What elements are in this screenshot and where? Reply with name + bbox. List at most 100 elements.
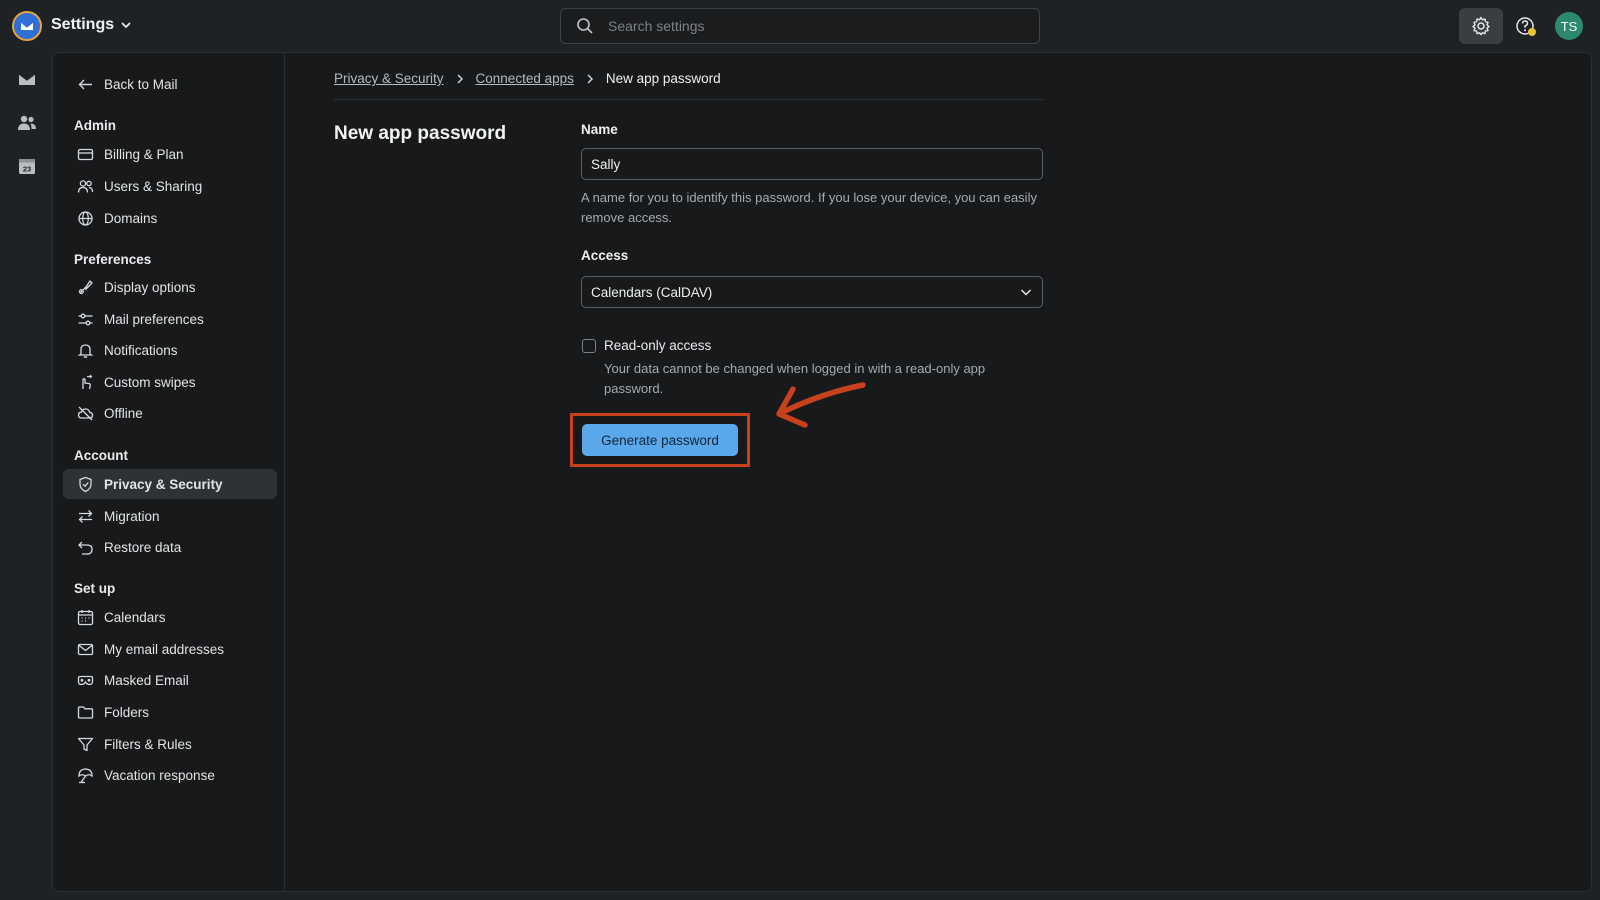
sidebar-item-label: Custom swipes bbox=[104, 374, 196, 390]
breadcrumb-current: New app password bbox=[605, 71, 721, 86]
users-icon bbox=[77, 179, 94, 193]
sidebar-item-email-addresses[interactable]: My email addresses bbox=[63, 634, 277, 664]
generate-password-button[interactable]: Generate password bbox=[582, 424, 738, 456]
search-icon bbox=[577, 18, 593, 34]
sidebar-item-privacy-security[interactable]: Privacy & Security bbox=[63, 469, 277, 499]
sidebar-item-notifications[interactable]: Notifications bbox=[63, 335, 277, 365]
rail-contacts[interactable] bbox=[16, 112, 38, 134]
access-label: Access bbox=[581, 248, 629, 263]
name-help-text: A name for you to identify this password… bbox=[581, 190, 1037, 225]
sidebar-item-masked-email[interactable]: Masked Email bbox=[63, 665, 277, 695]
sidebar-item-label: Migration bbox=[104, 508, 160, 524]
sidebar-item-label: Calendars bbox=[104, 609, 166, 625]
back-label: Back to Mail bbox=[104, 76, 178, 92]
sidebar-item-label: Users & Sharing bbox=[104, 178, 203, 194]
read-only-checkbox[interactable] bbox=[582, 339, 596, 353]
breadcrumb-privacy-security[interactable]: Privacy & Security bbox=[334, 71, 444, 86]
sidebar-item-label: Billing & Plan bbox=[104, 146, 184, 162]
credit-card-icon bbox=[77, 148, 94, 160]
notification-dot bbox=[1528, 28, 1536, 36]
mail-logo-icon bbox=[20, 21, 34, 30]
name-label: Name bbox=[581, 122, 618, 137]
globe-icon bbox=[78, 210, 93, 226]
sidebar-item-label: Mail preferences bbox=[104, 311, 204, 327]
section-preferences: Preferences bbox=[74, 252, 152, 267]
page-title: New app password bbox=[334, 123, 507, 144]
rail-mail[interactable] bbox=[16, 68, 38, 90]
paintbrush-icon bbox=[78, 279, 93, 294]
bell-icon bbox=[77, 343, 94, 358]
search-input[interactable] bbox=[608, 18, 1028, 34]
access-selected-value: Calendars (CalDAV) bbox=[591, 284, 713, 300]
section-account: Account bbox=[74, 448, 128, 463]
sidebar-item-migration[interactable]: Migration bbox=[63, 501, 277, 531]
search-bar[interactable] bbox=[560, 8, 1040, 44]
sidebar-item-label: Notifications bbox=[104, 342, 178, 358]
app-title: Settings bbox=[51, 16, 115, 33]
calendar-icon: 23 bbox=[19, 159, 35, 174]
breadcrumb-connected-apps[interactable]: Connected apps bbox=[476, 71, 574, 86]
sidebar-item-domains[interactable]: Domains bbox=[63, 203, 277, 233]
sidebar-item-billing[interactable]: Billing & Plan bbox=[63, 139, 277, 169]
arrow-left-icon bbox=[78, 79, 92, 89]
sidebar-item-label: Masked Email bbox=[104, 672, 189, 688]
app-rail: 23 bbox=[0, 52, 52, 900]
sidebar-item-users[interactable]: Users & Sharing bbox=[63, 171, 277, 201]
sidebar-item-vacation-response[interactable]: Vacation response bbox=[63, 760, 277, 790]
chevron-down-icon bbox=[1020, 289, 1032, 296]
sidebar-item-custom-swipes[interactable]: Custom swipes bbox=[63, 367, 277, 397]
fastmail-logo[interactable] bbox=[12, 11, 42, 41]
app-switcher[interactable]: Settings bbox=[51, 16, 132, 34]
read-only-label[interactable]: Read-only access bbox=[604, 338, 711, 353]
rail-calendar[interactable]: 23 bbox=[16, 155, 38, 177]
avatar[interactable]: TS bbox=[1555, 12, 1583, 40]
sidebar-item-label: Folders bbox=[104, 704, 150, 720]
chevron-right-icon bbox=[457, 73, 463, 84]
transfer-icon bbox=[78, 509, 93, 523]
sidebar-item-display-options[interactable]: Display options bbox=[63, 272, 277, 302]
settings-sidebar: Back to Mail Admin Billing & Plan Users … bbox=[53, 53, 285, 891]
swipe-hand-icon bbox=[82, 374, 93, 389]
svg-text:23: 23 bbox=[23, 165, 31, 174]
sidebar-item-label: Domains bbox=[104, 210, 158, 226]
sidebar-item-calendars[interactable]: Calendars bbox=[63, 602, 277, 632]
sidebar-item-mail-preferences[interactable]: Mail preferences bbox=[63, 304, 277, 334]
contacts-icon bbox=[18, 115, 36, 130]
access-select[interactable]: Calendars (CalDAV) bbox=[581, 276, 1043, 308]
sidebar-item-label: Restore data bbox=[104, 539, 182, 555]
settings-panel: Back to Mail Admin Billing & Plan Users … bbox=[52, 52, 1592, 892]
sliders-icon bbox=[78, 313, 93, 325]
sidebar-item-label: Vacation response bbox=[104, 767, 215, 783]
sidebar-item-label: Offline bbox=[104, 405, 143, 421]
mail-icon bbox=[18, 73, 36, 85]
gear-icon bbox=[1472, 16, 1490, 36]
sidebar-item-label: Display options bbox=[104, 279, 196, 295]
section-setup: Set up bbox=[74, 581, 116, 596]
sidebar-item-label: Privacy & Security bbox=[104, 476, 223, 492]
annotation-arrow-icon bbox=[776, 382, 866, 428]
sidebar-item-restore-data[interactable]: Restore data bbox=[63, 532, 277, 562]
filter-icon bbox=[77, 737, 94, 751]
name-field[interactable] bbox=[581, 148, 1043, 180]
sidebar-item-filters-rules[interactable]: Filters & Rules bbox=[63, 729, 277, 759]
sidebar-item-offline[interactable]: Offline bbox=[63, 398, 277, 428]
help-button[interactable] bbox=[1503, 8, 1547, 44]
chevron-right-icon bbox=[587, 73, 593, 84]
undo-icon bbox=[78, 541, 93, 555]
envelope-icon bbox=[77, 643, 94, 655]
shield-icon bbox=[79, 476, 92, 492]
cloud-off-icon bbox=[77, 406, 94, 420]
calendar-icon bbox=[77, 609, 94, 625]
section-admin: Admin bbox=[74, 118, 116, 133]
sidebar-item-label: My email addresses bbox=[104, 641, 225, 657]
header-divider bbox=[334, 99, 1043, 100]
top-bar: Settings TS bbox=[0, 0, 1600, 52]
sidebar-item-label: Filters & Rules bbox=[104, 736, 192, 752]
breadcrumb: Privacy & Security Connected apps New ap… bbox=[334, 71, 721, 86]
back-to-mail-link[interactable]: Back to Mail bbox=[63, 69, 277, 99]
folder-icon bbox=[77, 705, 94, 719]
mask-icon bbox=[77, 675, 94, 685]
settings-button[interactable] bbox=[1459, 8, 1503, 44]
sidebar-item-folders[interactable]: Folders bbox=[63, 697, 277, 727]
chevron-down-icon bbox=[121, 22, 131, 29]
